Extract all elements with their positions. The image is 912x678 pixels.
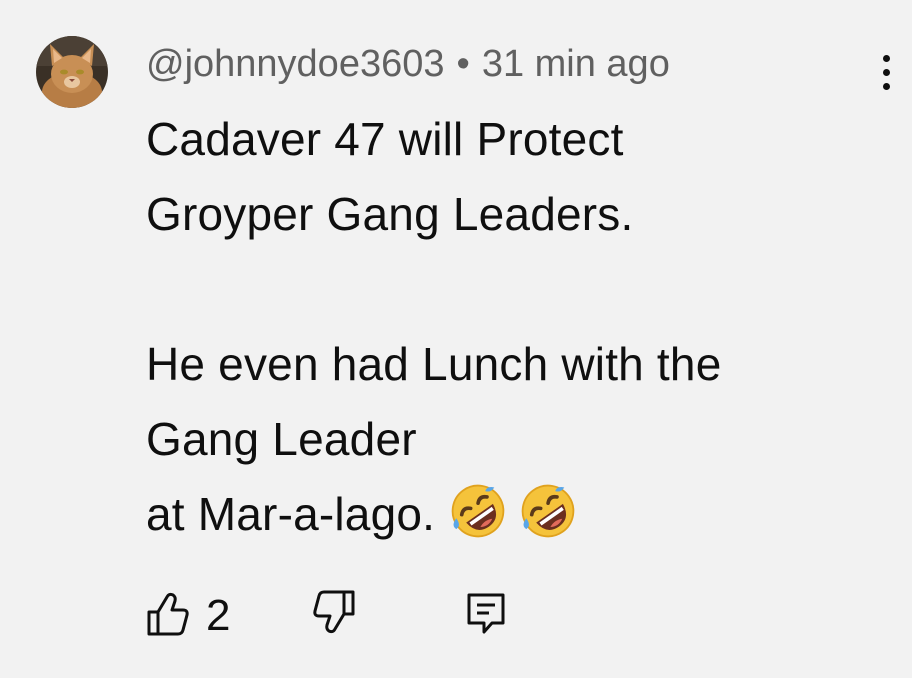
comment-actions: 2: [146, 590, 546, 642]
comment-last-line: at Mar-a-lago.: [146, 477, 886, 552]
like-button[interactable]: [146, 590, 190, 638]
rolling-on-floor-laughing-emoji: [451, 484, 505, 538]
avatar[interactable]: [36, 36, 108, 108]
reply-button[interactable]: [466, 590, 506, 638]
comment-line: Cadaver 47 will Protect: [146, 113, 624, 165]
thumbs-up-icon: [147, 592, 189, 636]
more-vertical-icon: [882, 54, 890, 90]
meta-separator: •: [456, 42, 470, 85]
comment-line: Groyper Gang Leaders.: [146, 188, 634, 240]
comment-meta: @johnnydoe3603 • 31 min ago: [146, 40, 670, 88]
comment-blank-line: [146, 252, 886, 327]
author-name[interactable]: @johnnydoe3603: [146, 43, 445, 86]
more-options-button[interactable]: [866, 48, 906, 96]
like-count: 2: [206, 591, 231, 640]
comment-line: He even had Lunch with the: [146, 338, 722, 390]
dislike-button[interactable]: [312, 590, 356, 638]
comment-thread: @johnnydoe3603 • 31 min ago Cadaver 47 w…: [0, 0, 912, 678]
cat-avatar-icon: [36, 36, 108, 108]
reply-icon: [467, 593, 505, 634]
thumbs-down-icon: [313, 590, 355, 634]
comment-line: Gang Leader: [146, 413, 417, 465]
comment-body: Cadaver 47 will Protect Groyper Gang Lea…: [146, 102, 886, 552]
rolling-on-floor-laughing-emoji: [521, 484, 575, 538]
comment-line: at Mar-a-lago.: [146, 488, 436, 540]
comment-timestamp: 31 min ago: [481, 42, 670, 85]
